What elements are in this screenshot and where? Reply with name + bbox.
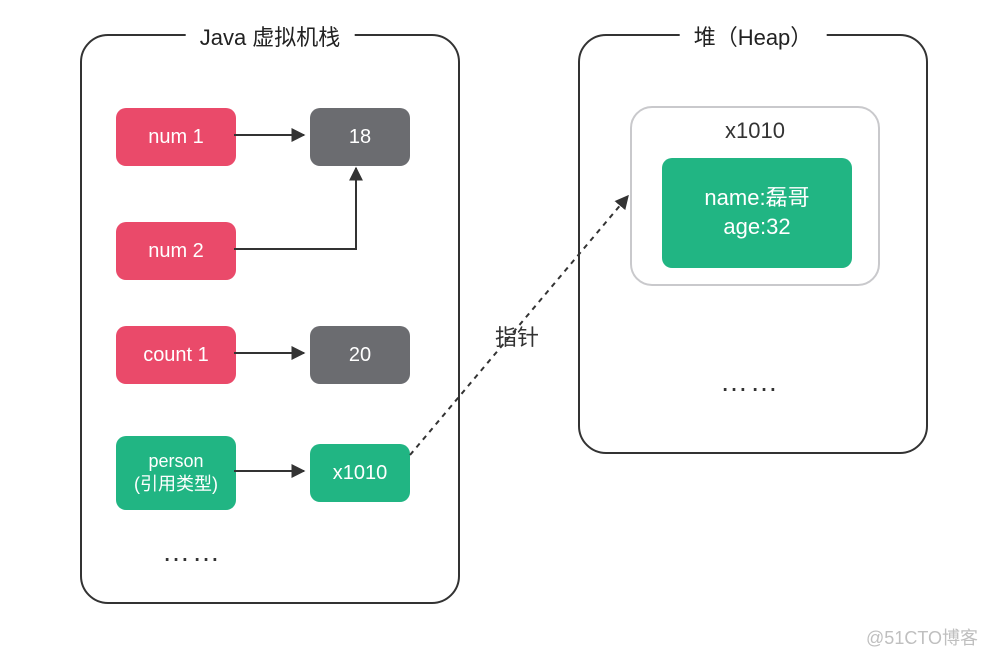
stack-panel: Java 虚拟机栈 num 1 18 num 2 count 1 20 pers… [80, 34, 460, 604]
watermark: @51CTO博客 [866, 624, 978, 650]
stack-ref-addr: x1010 [310, 444, 410, 502]
stack-val-18: 18 [310, 108, 410, 166]
stack-var-person: person (引用类型) [116, 436, 236, 510]
heap-title: 堆（Heap） [680, 20, 827, 52]
stack-var-count1: count 1 [116, 326, 236, 384]
heap-object-content: name:磊哥 age:32 [662, 158, 852, 268]
heap-panel: 堆（Heap） x1010 name:磊哥 age:32 …… [578, 34, 928, 454]
heap-ellipsis: …… [720, 366, 780, 398]
stack-var-num1: num 1 [116, 108, 236, 166]
heap-object-addr: x1010 [725, 118, 785, 144]
pointer-label: 指针 [495, 320, 539, 352]
stack-title: Java 虚拟机栈 [186, 20, 355, 52]
heap-object-panel: x1010 name:磊哥 age:32 [630, 106, 880, 286]
stack-var-num2: num 2 [116, 222, 236, 280]
stack-ellipsis: …… [162, 536, 222, 568]
stack-val-20: 20 [310, 326, 410, 384]
